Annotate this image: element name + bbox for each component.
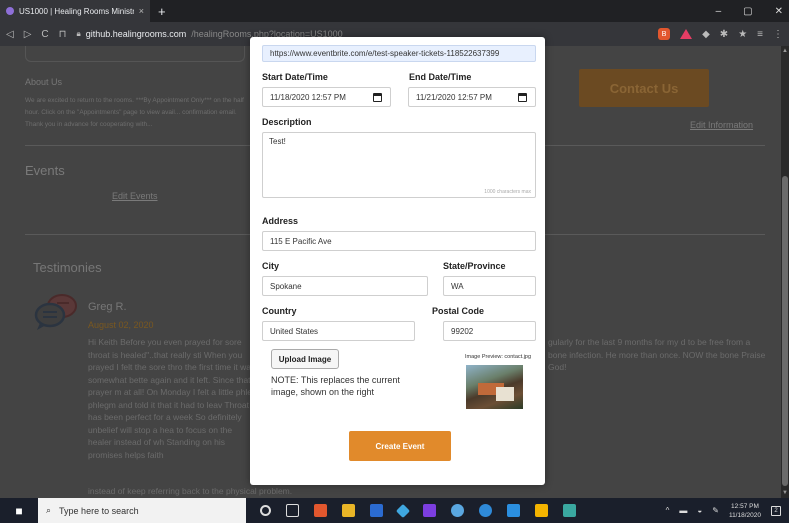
chat-bubbles-icon: [34, 294, 77, 330]
state-label: State/Province: [443, 261, 506, 271]
char-limit-hint: 1000 characters max: [484, 189, 531, 195]
testimonial-body-left: Hi Keith Before you even prayed for sore…: [88, 337, 257, 460]
cortana-icon[interactable]: [260, 505, 271, 516]
url-domain: github.healingrooms.com: [85, 29, 187, 39]
end-datetime-input[interactable]: 11/21/2020 12:57 PM: [408, 87, 536, 107]
star-icon[interactable]: ★: [738, 29, 747, 40]
window-controls: – ▢ ✕: [716, 0, 783, 22]
windows-start-icon[interactable]: ■: [0, 498, 38, 523]
end-datetime-label: End Date/Time: [409, 72, 472, 82]
brave-shield-icon[interactable]: B: [658, 28, 671, 40]
image-preview-label: Image Preview: contact.jpg: [465, 354, 532, 360]
file-explorer-icon[interactable]: [342, 504, 355, 517]
start-datetime-value: 11/18/2020 12:57 PM: [270, 92, 346, 102]
app-icon[interactable]: [563, 504, 576, 517]
page-scrollbar[interactable]: ▲ ▼: [781, 46, 789, 498]
tab-title: US1000 | Healing Rooms Ministrie: [19, 6, 134, 16]
create-event-modal: https://www.eventbrite.com/e/test-speake…: [250, 37, 545, 485]
minimize-button[interactable]: –: [716, 6, 722, 17]
state-input[interactable]: WA: [443, 276, 536, 296]
calendar-icon[interactable]: [518, 93, 527, 102]
image-preview: [466, 365, 523, 409]
top-panel-edge: [25, 46, 245, 62]
word-icon[interactable]: [370, 504, 383, 517]
search-placeholder: Type here to search: [59, 505, 139, 516]
taskbar-apps: [260, 503, 576, 518]
contact-us-button[interactable]: Contact Us: [579, 69, 709, 107]
scroll-down-icon[interactable]: ▼: [782, 490, 788, 496]
end-datetime-value: 11/21/2020 12:57 PM: [416, 92, 492, 102]
app-icon[interactable]: [451, 504, 464, 517]
network-icon[interactable]: ◒: [697, 506, 702, 515]
edit-information-link[interactable]: Edit Information: [690, 120, 753, 130]
about-title: About Us: [25, 77, 63, 87]
onenote-icon[interactable]: [423, 504, 436, 517]
country-label: Country: [262, 306, 297, 316]
start-datetime-label: Start Date/Time: [262, 72, 328, 82]
testimonies-title: Testimonies: [33, 260, 102, 275]
city-label: City: [262, 261, 280, 271]
app-icon[interactable]: [395, 503, 411, 518]
extension-icon[interactable]: ◆: [702, 29, 710, 40]
extensions-area: B ◆ ✱ ★ ≡ ⋮: [658, 28, 783, 40]
scroll-up-icon[interactable]: ▲: [782, 48, 788, 54]
lock-icon: 🔒︎: [76, 29, 81, 38]
testimonial-body-bottom: instead of keep referring back to the ph…: [88, 486, 293, 496]
events-title: Events: [25, 163, 65, 178]
description-textarea[interactable]: Test! 1000 characters max: [262, 132, 536, 198]
upload-image-button[interactable]: Upload Image: [271, 349, 339, 369]
reload-icon[interactable]: C: [41, 29, 48, 40]
system-tray: ^ ▬ ◒ ✎ 12:57 PM 11/18/2020 2: [666, 498, 781, 523]
tray-chevron-icon[interactable]: ^: [666, 506, 670, 515]
maximize-button[interactable]: ▢: [743, 6, 752, 17]
clock[interactable]: 12:57 PM 11/18/2020: [729, 502, 761, 520]
forward-icon[interactable]: ▷: [24, 29, 32, 40]
address-input[interactable]: 115 E Pacific Ave: [262, 231, 536, 251]
vscode-icon[interactable]: [507, 504, 520, 517]
search-icon: ⌕: [46, 505, 52, 515]
brave-rewards-icon[interactable]: [680, 29, 693, 39]
upload-note: NOTE: This replaces the current image, s…: [271, 375, 400, 397]
app-icon[interactable]: [535, 504, 548, 517]
clock-date: 11/18/2020: [728, 511, 761, 519]
sidebar-toggle-icon[interactable]: ◁: [6, 29, 14, 40]
clock-time: 12:57 PM: [731, 502, 759, 510]
event-url-input[interactable]: https://www.eventbrite.com/e/test-speake…: [262, 45, 536, 62]
battery-icon[interactable]: ▬: [679, 506, 687, 515]
address-label: Address: [262, 216, 299, 226]
puzzle-icon[interactable]: ✱: [720, 29, 728, 40]
pen-icon[interactable]: ✎: [712, 506, 719, 515]
browser-tabbar: US1000 | Healing Rooms Ministrie × + – ▢…: [0, 0, 789, 22]
description-value: Test!: [269, 137, 286, 146]
start-datetime-input[interactable]: 11/18/2020 12:57 PM: [262, 87, 391, 107]
testimonial-date: August 02, 2020: [88, 320, 154, 330]
scroll-thumb[interactable]: [782, 176, 788, 486]
description-label: Description: [262, 117, 312, 127]
tab-close-icon[interactable]: ×: [139, 6, 144, 16]
task-view-icon[interactable]: [286, 504, 299, 517]
browser-tab[interactable]: US1000 | Healing Rooms Ministrie ×: [0, 0, 150, 22]
close-window-button[interactable]: ✕: [775, 6, 783, 17]
calendar-icon[interactable]: [373, 93, 382, 102]
favicon-icon: [6, 7, 14, 15]
city-input[interactable]: Spokane: [262, 276, 428, 296]
postal-code-input[interactable]: 99202: [443, 321, 536, 341]
create-event-button[interactable]: Create Event: [349, 431, 451, 461]
reading-list-icon[interactable]: ≡: [757, 29, 763, 40]
chrome-icon[interactable]: [479, 504, 492, 517]
taskbar-search[interactable]: ⌕ Type here to search: [38, 498, 246, 523]
menu-icon[interactable]: ⋮: [773, 29, 783, 40]
notification-icon[interactable]: 2: [771, 505, 781, 516]
bookmark-icon[interactable]: ⊓: [59, 29, 67, 40]
edit-events-link[interactable]: Edit Events: [112, 191, 158, 201]
testimonial-body-right: gularly for the last 9 months for my d t…: [548, 337, 766, 372]
postal-code-label: Postal Code: [432, 306, 485, 316]
new-tab-button[interactable]: +: [158, 4, 166, 19]
taskbar: ■ ⌕ Type here to search ^ ▬ ◒ ✎ 12:57 PM…: [0, 498, 789, 523]
testimonial-author: Greg R.: [88, 301, 127, 313]
country-input[interactable]: United States: [262, 321, 415, 341]
about-body: We are excited to return to the rooms. *…: [25, 97, 244, 128]
brave-browser-icon[interactable]: [314, 504, 327, 517]
